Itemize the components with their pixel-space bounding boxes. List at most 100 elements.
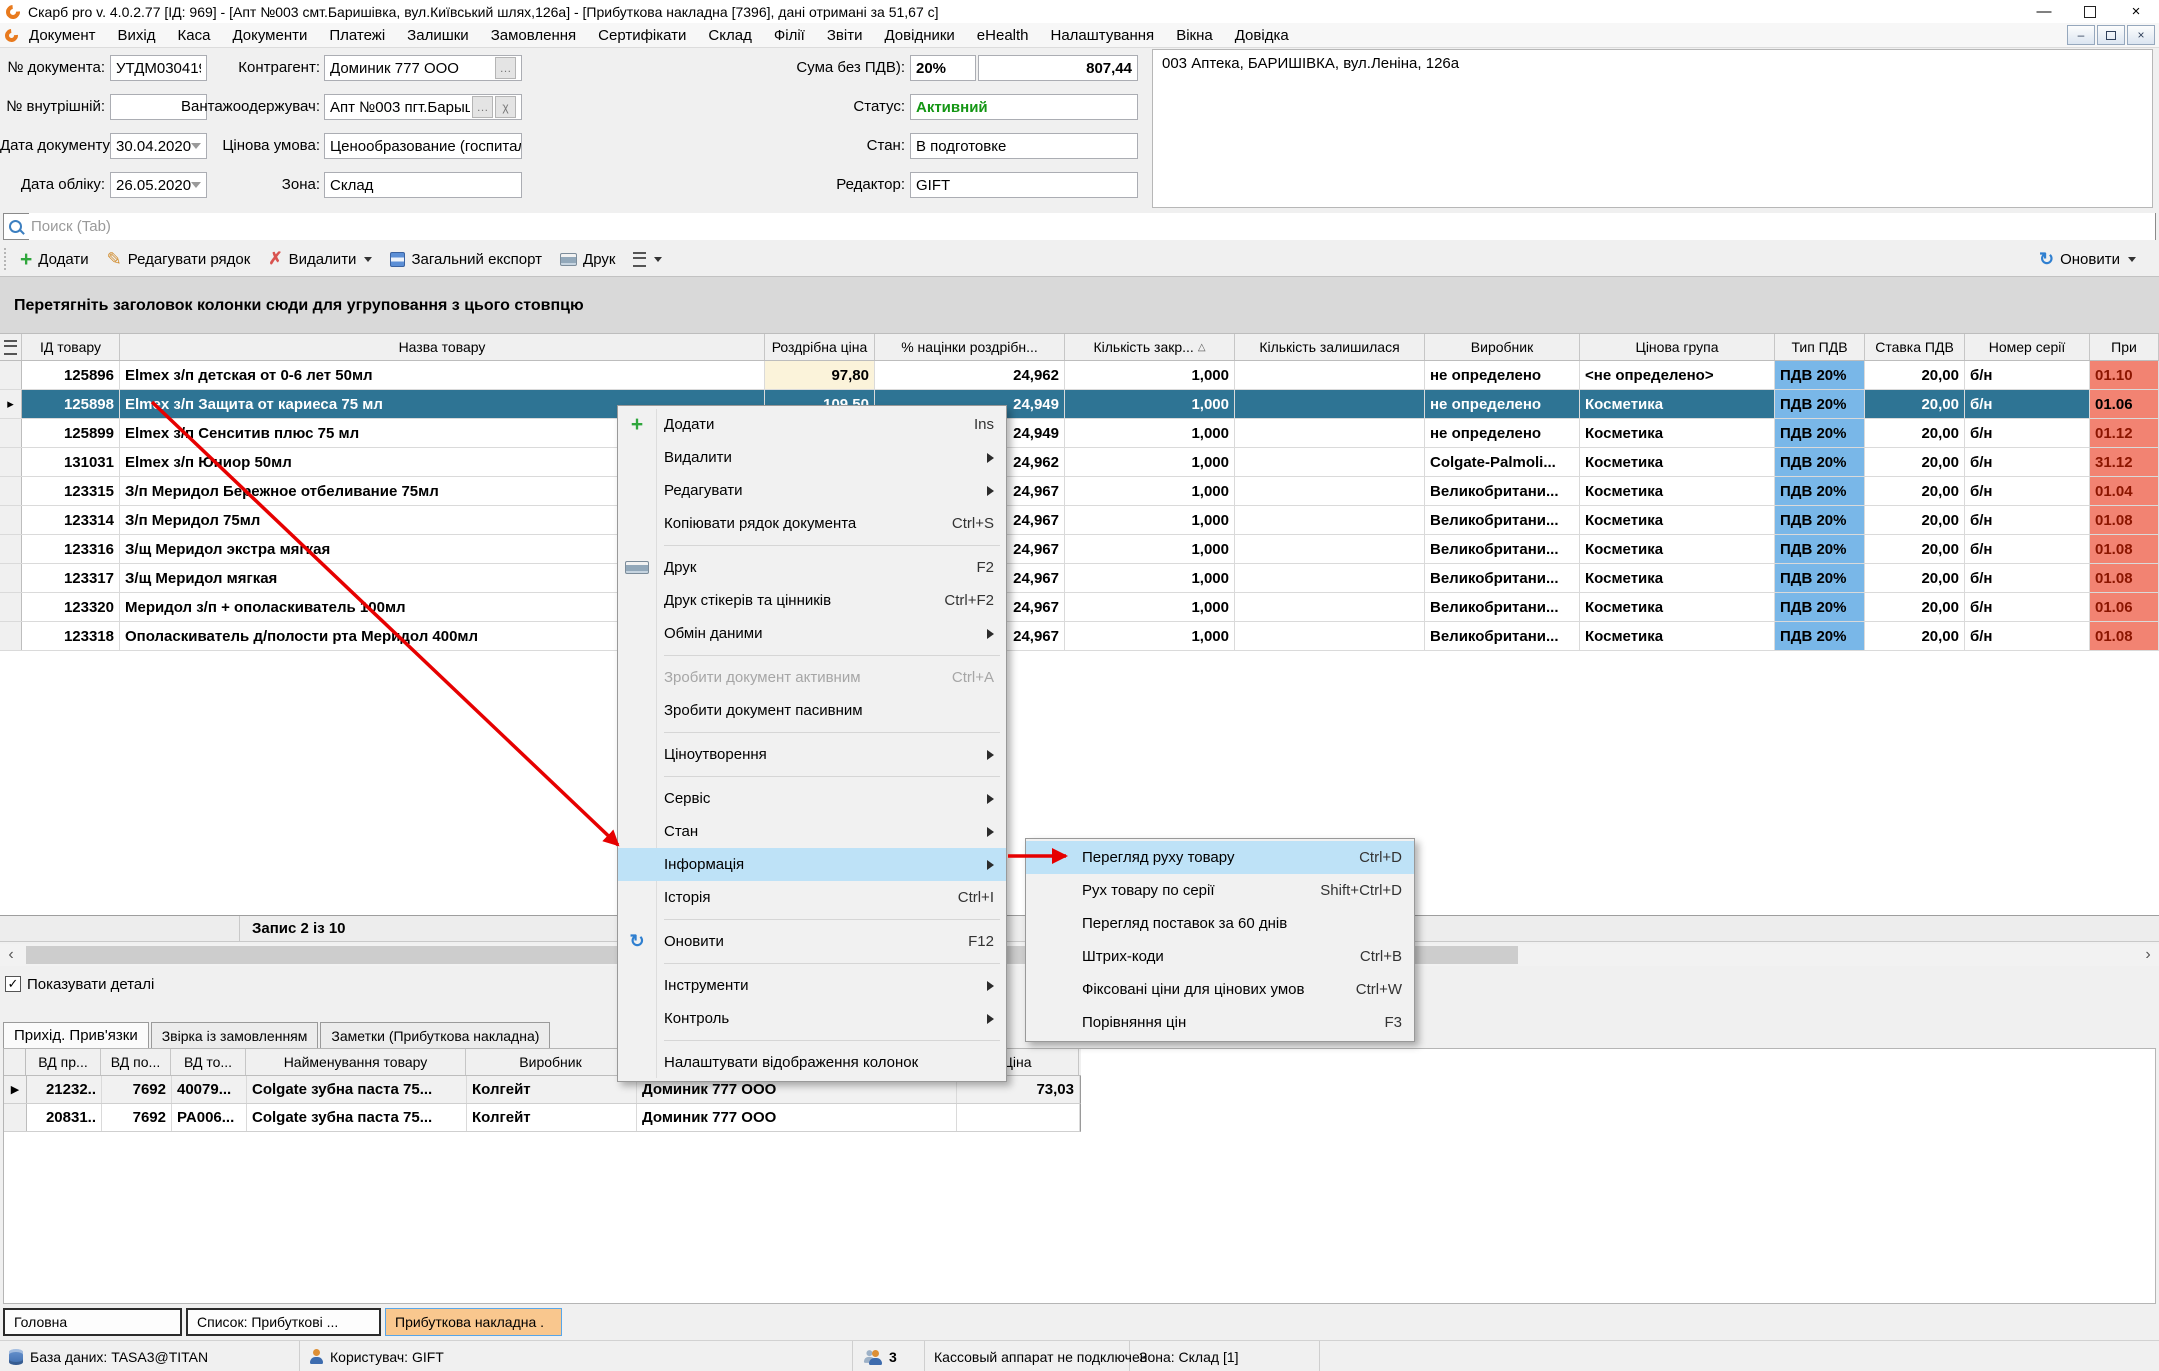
context-menu-item[interactable]: Видалити [618,441,1006,474]
detail-grid-cell[interactable]: Colgate зубна паста 75... [247,1104,467,1131]
grid-cell[interactable]: 20,00 [1865,448,1965,476]
context-menu-item[interactable]: Копіювати рядок документаCtrl+S [618,507,1006,540]
grid-cell[interactable] [1235,477,1425,505]
grid-cell[interactable] [1235,448,1425,476]
grid-cell[interactable]: 20,00 [1865,593,1965,621]
grid-cell[interactable]: ПДВ 20% [1775,535,1865,563]
table-row[interactable]: 123320Меридол з/п + ополаскиватель 100мл… [0,593,2159,622]
submenu-item[interactable]: Фіксовані ціни для цінових умовCtrl+W [1026,973,1414,1006]
grid-cell[interactable]: 1,000 [1065,448,1235,476]
column-header[interactable]: Номер серії [1965,334,2090,360]
grid-cell[interactable]: 125899 [22,419,120,447]
grid-cell[interactable]: Великобритани... [1425,506,1580,534]
column-header[interactable]: Тип ПДВ [1775,334,1865,360]
grid-cell[interactable]: ПДВ 20% [1775,361,1865,389]
toolbar-button-list[interactable] [624,246,671,272]
context-menu-item[interactable]: Інформація [618,848,1006,881]
menubar-item[interactable]: Залишки [396,23,480,47]
toolbar-button-pencil[interactable]: Редагувати рядок [98,246,260,272]
tab-zvirka[interactable]: Звірка із замовленням [151,1022,319,1048]
grid-cell[interactable]: ПДВ 20% [1775,448,1865,476]
grid-cell[interactable]: 31.12 [2090,448,2159,476]
grid-cell[interactable]: ПДВ 20% [1775,622,1865,650]
table-row[interactable]: 125899Elmex з/п Сенситив плюс 75 мл24,94… [0,419,2159,448]
menubar-item[interactable]: Платежі [318,23,396,47]
menubar-item[interactable]: Вихід [107,23,167,47]
detail-grid-cell[interactable]: 40079... [172,1076,247,1103]
window-tab-spisok[interactable]: Список: Прибуткові ... [186,1308,381,1336]
grid-cell[interactable] [1235,506,1425,534]
lookup-button[interactable]: … [495,57,516,79]
restore-button[interactable] [2067,0,2113,23]
grid-cell[interactable]: Великобритани... [1425,477,1580,505]
grid-cell[interactable]: 01.08 [2090,535,2159,563]
grid-cell[interactable]: 20,00 [1865,477,1965,505]
detail-grid-cell[interactable]: 20831.. [27,1104,102,1131]
context-menu-item[interactable]: ОновитиF12 [618,925,1006,958]
column-header[interactable]: Роздрібна ціна [765,334,875,360]
toolbar-button-printer[interactable]: Друк [551,246,624,272]
grid-cell[interactable] [1235,593,1425,621]
column-header[interactable]: % націнки роздрібн... [875,334,1065,360]
column-header[interactable]: Цінова група [1580,334,1775,360]
column-header[interactable]: Ставка ПДВ [1865,334,1965,360]
detail-grid-cell[interactable]: 21232.. [27,1076,102,1103]
price-condition-field[interactable]: Ценообразование (госпиталь) [324,133,522,159]
grid-cell[interactable]: Великобритани... [1425,622,1580,650]
grid-cell[interactable]: ПДВ 20% [1775,390,1865,418]
grid-cell[interactable]: 20,00 [1865,506,1965,534]
grid-cell[interactable]: б/н [1965,622,2090,650]
grid-cell[interactable]: 131031 [22,448,120,476]
grid-cell[interactable]: Косметика [1580,506,1775,534]
table-row[interactable]: ▸125898Elmex з/п Защита от кариеса 75 мл… [0,390,2159,419]
context-menu-item[interactable]: Обмін даними [618,617,1006,650]
grid-cell[interactable]: 125898 [22,390,120,418]
detail-grid-cell[interactable]: Доминик 777 ООО [637,1104,957,1131]
grid-cell[interactable]: 20,00 [1865,419,1965,447]
grid-cell[interactable]: 01.04 [2090,477,2159,505]
contragent-field[interactable]: Доминик 777 ООО… [324,55,522,81]
menubar-item[interactable]: Вікна [1165,23,1224,47]
context-menu-item[interactable]: Сервіс [618,782,1006,815]
show-details-checkbox[interactable]: ✓ [5,976,21,992]
context-menu-item[interactable]: Ціноутворення [618,738,1006,771]
tab-prihid-privyazky[interactable]: Прихід. Прив'язки [3,1022,149,1048]
window-tab-pributkova[interactable]: Прибуткова накладна . [385,1308,562,1336]
zone-field[interactable]: Склад [324,172,522,198]
menubar-item[interactable]: eHealth [966,23,1040,47]
grid-cell[interactable]: 97,80 [765,361,875,389]
menubar-item[interactable]: Склад [697,23,762,47]
clear-button[interactable]: χ [495,96,516,118]
grid-cell[interactable] [1235,535,1425,563]
grid-cell[interactable]: 24,962 [875,361,1065,389]
close-button[interactable]: × [2113,0,2159,23]
window-tab-golovna[interactable]: Головна [3,1308,182,1336]
grid-cell[interactable] [1235,361,1425,389]
grid-cell[interactable]: 01.12 [2090,419,2159,447]
grid-cell[interactable]: 125896 [22,361,120,389]
tab-zametki[interactable]: Заметки (Прибуткова накладна) [320,1022,550,1048]
grid-cell[interactable]: 20,00 [1865,361,1965,389]
mdi-close-button[interactable]: × [2127,25,2155,45]
menubar-item[interactable]: Документи [221,23,318,47]
grid-cell[interactable]: б/н [1965,419,2090,447]
grid-cell[interactable]: Косметика [1580,564,1775,592]
context-menu-item[interactable]: Налаштувати відображення колонок [618,1046,1006,1079]
table-row[interactable]: 131031Elmex з/п Юниор 50мл24,9621,000Col… [0,448,2159,477]
detail-column-header[interactable]: ВД пр... [26,1049,101,1075]
menubar-item[interactable]: Сертифікати [587,23,697,47]
grid-cell[interactable]: Косметика [1580,593,1775,621]
grid-cell[interactable]: Великобритани... [1425,593,1580,621]
detail-column-header[interactable]: Найменування товару [246,1049,466,1075]
grid-cell[interactable]: 01.08 [2090,564,2159,592]
grid-cell[interactable]: не определено [1425,390,1580,418]
grid-cell[interactable]: 1,000 [1065,419,1235,447]
grid-cell[interactable]: <не определено> [1580,361,1775,389]
menubar-item[interactable]: Налаштування [1040,23,1166,47]
detail-grid-cell[interactable]: 7692 [102,1076,172,1103]
grid-cell[interactable]: Косметика [1580,535,1775,563]
grid-cell[interactable]: б/н [1965,390,2090,418]
column-header[interactable]: Назва товару [120,334,765,360]
grid-cell[interactable]: 1,000 [1065,477,1235,505]
toolbar-button-x[interactable]: Видалити [259,246,381,272]
